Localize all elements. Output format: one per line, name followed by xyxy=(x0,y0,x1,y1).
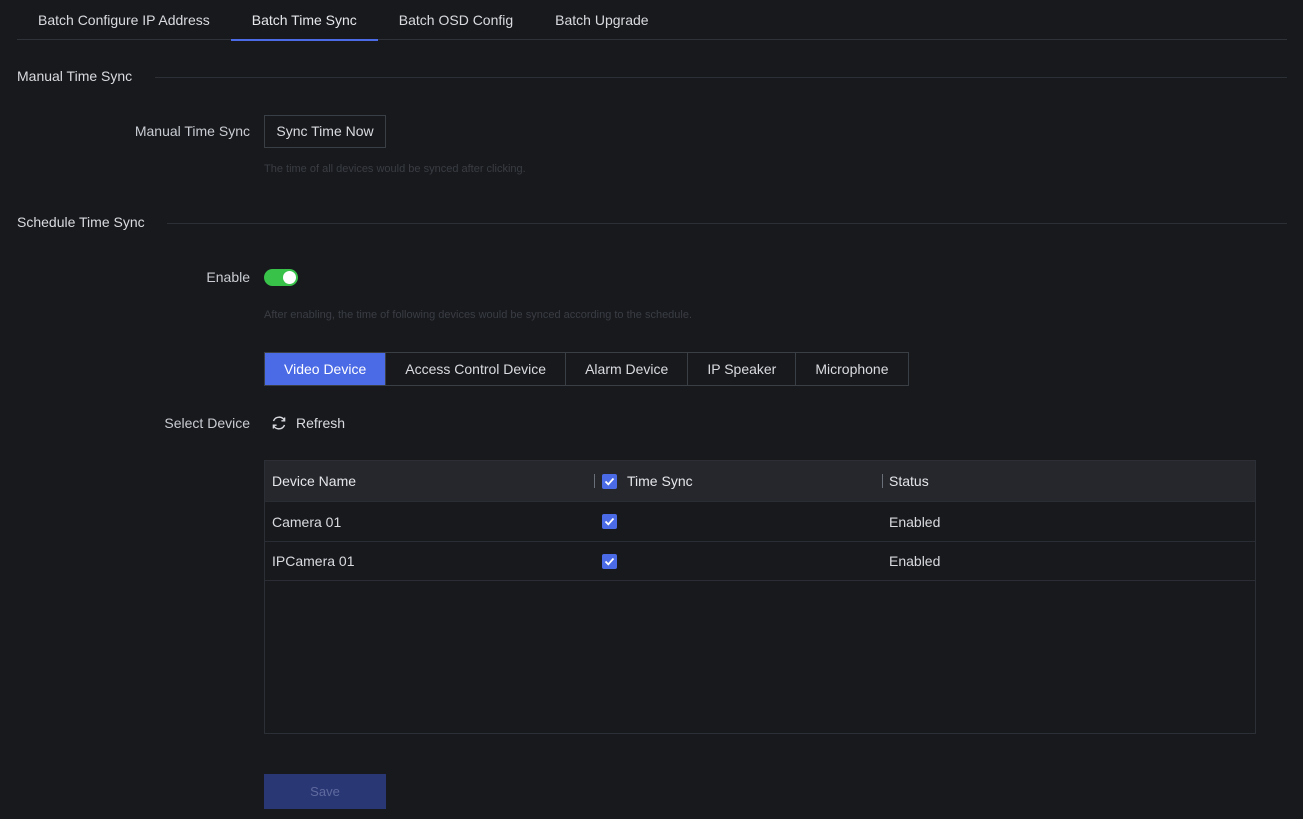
device-name-cell: Camera 01 xyxy=(272,513,342,530)
status-cell: Enabled xyxy=(889,553,941,569)
sync-time-now-button[interactable]: Sync Time Now xyxy=(264,115,386,148)
select-all-checkbox[interactable] xyxy=(602,473,617,489)
check-icon xyxy=(604,517,615,526)
table-row[interactable]: Camera 01 Enabled xyxy=(265,501,1255,541)
top-tabs: Batch Configure IP Address Batch Time Sy… xyxy=(17,0,1287,41)
tab-batch-time-sync[interactable]: Batch Time Sync xyxy=(230,0,378,41)
device-table: Device Name Time Sync Status Camera 01 E… xyxy=(264,460,1256,734)
table-header: Device Name Time Sync Status xyxy=(265,461,1255,501)
toggle-knob xyxy=(283,271,296,284)
schedule-sync-section-title: Schedule Time Sync xyxy=(17,214,145,230)
column-header-time-sync: Time Sync xyxy=(627,473,693,489)
tab-batch-configure-ip[interactable]: Batch Configure IP Address xyxy=(17,0,231,40)
manual-sync-section-title: Manual Time Sync xyxy=(17,68,133,84)
section-divider xyxy=(167,223,1287,224)
device-type-alarm[interactable]: Alarm Device xyxy=(565,353,687,385)
column-header-device-name: Device Name xyxy=(272,473,357,489)
section-divider xyxy=(155,77,1287,78)
manual-sync-label: Manual Time Sync xyxy=(134,123,250,139)
time-sync-checkbox[interactable] xyxy=(602,514,617,529)
save-button[interactable]: Save xyxy=(264,774,386,809)
status-cell: Enabled xyxy=(889,513,941,530)
device-type-video[interactable]: Video Device xyxy=(265,353,386,385)
refresh-icon xyxy=(272,416,286,430)
device-type-ip-speaker[interactable]: IP Speaker xyxy=(687,353,795,385)
refresh-button[interactable]: Refresh xyxy=(270,413,345,433)
device-type-access-control[interactable]: Access Control Device xyxy=(385,353,565,385)
refresh-label: Refresh xyxy=(296,415,346,431)
check-icon xyxy=(604,477,615,486)
enable-toggle[interactable] xyxy=(264,269,298,286)
device-type-microphone[interactable]: Microphone xyxy=(795,353,907,385)
schedule-sync-hint: After enabling, the time of following de… xyxy=(264,309,693,321)
check-icon xyxy=(604,557,615,566)
select-device-label: Select Device xyxy=(164,415,250,431)
time-sync-checkbox[interactable] xyxy=(602,553,617,569)
tab-batch-osd-config[interactable]: Batch OSD Config xyxy=(378,0,534,40)
column-separator xyxy=(882,474,883,488)
column-separator xyxy=(594,474,595,488)
device-type-tabs: Video Device Access Control Device Alarm… xyxy=(264,352,909,386)
manual-sync-hint: The time of all devices would be synced … xyxy=(264,163,526,175)
device-name-cell: IPCamera 01 xyxy=(272,553,355,569)
enable-label: Enable xyxy=(206,269,250,285)
batch-time-sync-page: Batch Configure IP Address Batch Time Sy… xyxy=(0,0,1303,819)
column-header-status: Status xyxy=(889,473,929,489)
table-row[interactable]: IPCamera 01 Enabled xyxy=(265,541,1255,581)
tab-batch-upgrade[interactable]: Batch Upgrade xyxy=(534,0,669,40)
